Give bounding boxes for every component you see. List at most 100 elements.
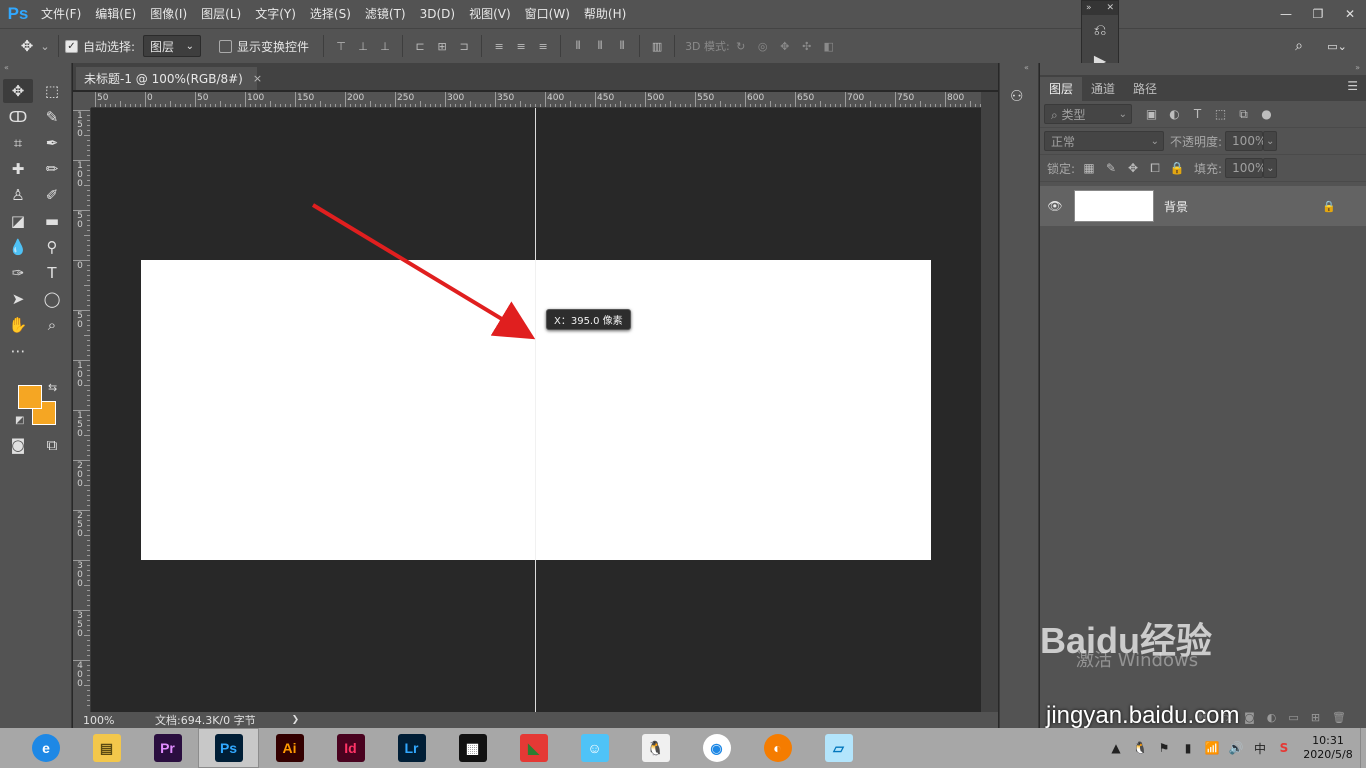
auto-select-checkbox[interactable]: ✓	[65, 39, 78, 53]
align-right-icon[interactable]: ⊐	[453, 35, 475, 57]
close-window-button[interactable]: ✕	[1334, 0, 1366, 28]
expand-icon[interactable]: »	[1086, 3, 1092, 13]
taskbar-notes-app-button[interactable]: ▱	[808, 728, 869, 768]
show-transform-checkbox[interactable]	[219, 39, 233, 53]
filter-smart-object-icon[interactable]: ⧉	[1232, 107, 1255, 122]
expand-panel-icon[interactable]: »	[1040, 63, 1366, 75]
filter-adjustment-icon[interactable]: ◐	[1163, 107, 1186, 121]
menu-item[interactable]: 文字(Y)	[248, 0, 303, 28]
opacity-dropdown[interactable]: ⌄	[1263, 131, 1278, 151]
lock-position-icon[interactable]: ✥	[1122, 161, 1144, 175]
minimize-button[interactable]: —	[1270, 0, 1302, 28]
taskbar-chrome-button[interactable]: ◉	[686, 728, 747, 768]
taskbar-color-app-button[interactable]: ◣	[503, 728, 564, 768]
taskbar-premiere-button[interactable]: Pr	[137, 728, 198, 768]
3d-orbit-icon[interactable]: ↻	[730, 35, 752, 57]
document-tab[interactable]: 未标题-1 @ 100%(RGB/8#) ×	[76, 67, 262, 90]
taskbar-lightroom-button[interactable]: Lr	[381, 728, 442, 768]
delete-layer-icon[interactable]: 🗑	[1332, 711, 1346, 724]
align-bottom-icon[interactable]: ⊥	[374, 35, 396, 57]
taskbar-illustrator-button[interactable]: Ai	[259, 728, 320, 768]
blur-tool-icon[interactable]: 💧	[3, 235, 33, 259]
lock-artboard-icon[interactable]: ⧠	[1144, 161, 1166, 176]
close-icon[interactable]: ✕	[1106, 3, 1114, 13]
path-select-tool-icon[interactable]: ➤	[3, 287, 33, 311]
filter-toggle-icon[interactable]: ●	[1255, 107, 1278, 121]
panel-menu-icon[interactable]: ☰	[1347, 79, 1358, 93]
tray-expand-icon[interactable]: ▲	[1104, 741, 1128, 755]
marquee-tool-icon[interactable]: ⬚	[37, 79, 67, 103]
gradient-tool-icon[interactable]: ▬	[37, 209, 67, 233]
filter-pixel-icon[interactable]: ▣	[1140, 107, 1163, 121]
3d-slide-icon[interactable]: ✣	[796, 35, 818, 57]
distribute-left-icon[interactable]: ⫴	[567, 35, 589, 57]
layer-row[interactable]: 👁 背景 🔒	[1040, 186, 1366, 226]
horizontal-ruler[interactable]: 50 0 50 100 150 200 250 300 350 400 450 500 550 600 65…	[91, 92, 981, 108]
vertical-ruler[interactable]: 1 5 0 1 0 0 5 0 0 5 0 1 0 0 1 5 0 2 0 0 2 5 0 3 0…	[73, 108, 91, 712]
3d-pan-icon[interactable]: ✥	[774, 35, 796, 57]
menu-item[interactable]: 滤镜(T)	[358, 0, 413, 28]
dodge-tool-icon[interactable]: ⚲	[37, 235, 67, 259]
align-vcenter-icon[interactable]: ⊥	[352, 35, 374, 57]
layer-filter-select[interactable]: ⌕ 类型 ⌄	[1044, 104, 1132, 124]
ime-indicator[interactable]: 中	[1248, 740, 1272, 757]
default-colors-icon[interactable]: ◩	[15, 415, 24, 426]
add-mask-icon[interactable]: ◙	[1244, 711, 1255, 724]
taskbar-cat-app-button[interactable]: ☺	[564, 728, 625, 768]
3d-roll-icon[interactable]: ◎	[752, 35, 774, 57]
menu-item[interactable]: 图层(L)	[194, 0, 248, 28]
tab-layers[interactable]: 图层	[1040, 77, 1083, 101]
new-group-icon[interactable]: ▭	[1288, 711, 1298, 724]
taskbar-explorer-button[interactable]: ▤	[76, 728, 137, 768]
more-tools-icon[interactable]: ⋯	[3, 339, 33, 363]
new-layer-icon[interactable]: ⊞	[1311, 711, 1320, 724]
distribute-right-icon[interactable]: ⫴	[611, 35, 633, 57]
foreground-color-swatch[interactable]	[18, 385, 42, 409]
system-clock[interactable]: 10:31 2020/5/8	[1296, 734, 1360, 762]
taskbar-indesign-button[interactable]: Id	[320, 728, 381, 768]
healing-brush-tool-icon[interactable]: ✚	[3, 157, 33, 181]
crop-tool-icon[interactable]: ⌗	[3, 131, 33, 155]
distribute-vcenter-icon[interactable]: ≡	[510, 35, 532, 57]
restore-button[interactable]: ❐	[1302, 0, 1334, 28]
lock-transparent-icon[interactable]: ▦	[1078, 161, 1100, 175]
menu-item[interactable]: 文件(F)	[34, 0, 88, 28]
close-tab-icon[interactable]: ×	[253, 72, 262, 85]
show-desktop-button[interactable]	[1360, 728, 1366, 768]
vertical-guide[interactable]	[535, 108, 536, 712]
collapse-icon[interactable]: «	[0, 63, 71, 73]
menu-item[interactable]: 视图(V)	[462, 0, 518, 28]
battery-tray-icon[interactable]: ▮	[1176, 741, 1200, 755]
move-tool-icon[interactable]: ✥	[3, 79, 33, 103]
auto-select-dropdown[interactable]: 图层 ⌄	[143, 35, 202, 57]
distribute-hcenter-icon[interactable]: ⫴	[589, 35, 611, 57]
qq-tray-icon[interactable]: 🐧	[1128, 741, 1152, 755]
align-top-icon[interactable]: ⊤	[330, 35, 352, 57]
tab-paths[interactable]: 路径	[1124, 77, 1166, 101]
pen-tool-icon[interactable]: ✑	[3, 261, 33, 285]
lock-all-icon[interactable]: 🔒	[1166, 161, 1188, 175]
move-tool-icon[interactable]: ✥	[16, 35, 38, 57]
swap-colors-icon[interactable]: ⇆	[48, 381, 57, 394]
quick-select-tool-icon[interactable]: ✎	[37, 105, 67, 129]
menu-item[interactable]: 编辑(E)	[88, 0, 143, 28]
filter-shape-icon[interactable]: ⬚	[1209, 107, 1232, 121]
blend-mode-select[interactable]: 正常 ⌄	[1044, 131, 1164, 151]
zoom-tool-icon[interactable]: ⌕	[37, 313, 67, 337]
fill-input[interactable]: 100%	[1225, 158, 1266, 178]
collapse-strip-icon[interactable]: «	[1000, 63, 1038, 75]
vertical-scrollbar[interactable]	[981, 92, 998, 712]
distribute-bottom-icon[interactable]: ≡	[532, 35, 554, 57]
clone-stamp-tool-icon[interactable]: ♙	[3, 183, 33, 207]
visibility-eye-icon[interactable]: 👁	[1040, 199, 1070, 213]
opacity-input[interactable]: 100%	[1225, 131, 1266, 151]
zoom-level[interactable]: 100%	[83, 714, 155, 727]
network-tray-icon[interactable]: 📶	[1200, 741, 1224, 755]
hand-tool-icon[interactable]: ✋	[3, 313, 33, 337]
menu-item[interactable]: 3D(D)	[413, 0, 462, 28]
quick-mask-icon[interactable]: ◙	[3, 433, 33, 457]
taskbar-qq-button[interactable]: 🐧	[625, 728, 686, 768]
search-icon[interactable]: ⌕	[1288, 35, 1310, 57]
flag-tray-icon[interactable]: ⚑	[1152, 741, 1176, 755]
tab-channels[interactable]: 通道	[1082, 77, 1124, 101]
